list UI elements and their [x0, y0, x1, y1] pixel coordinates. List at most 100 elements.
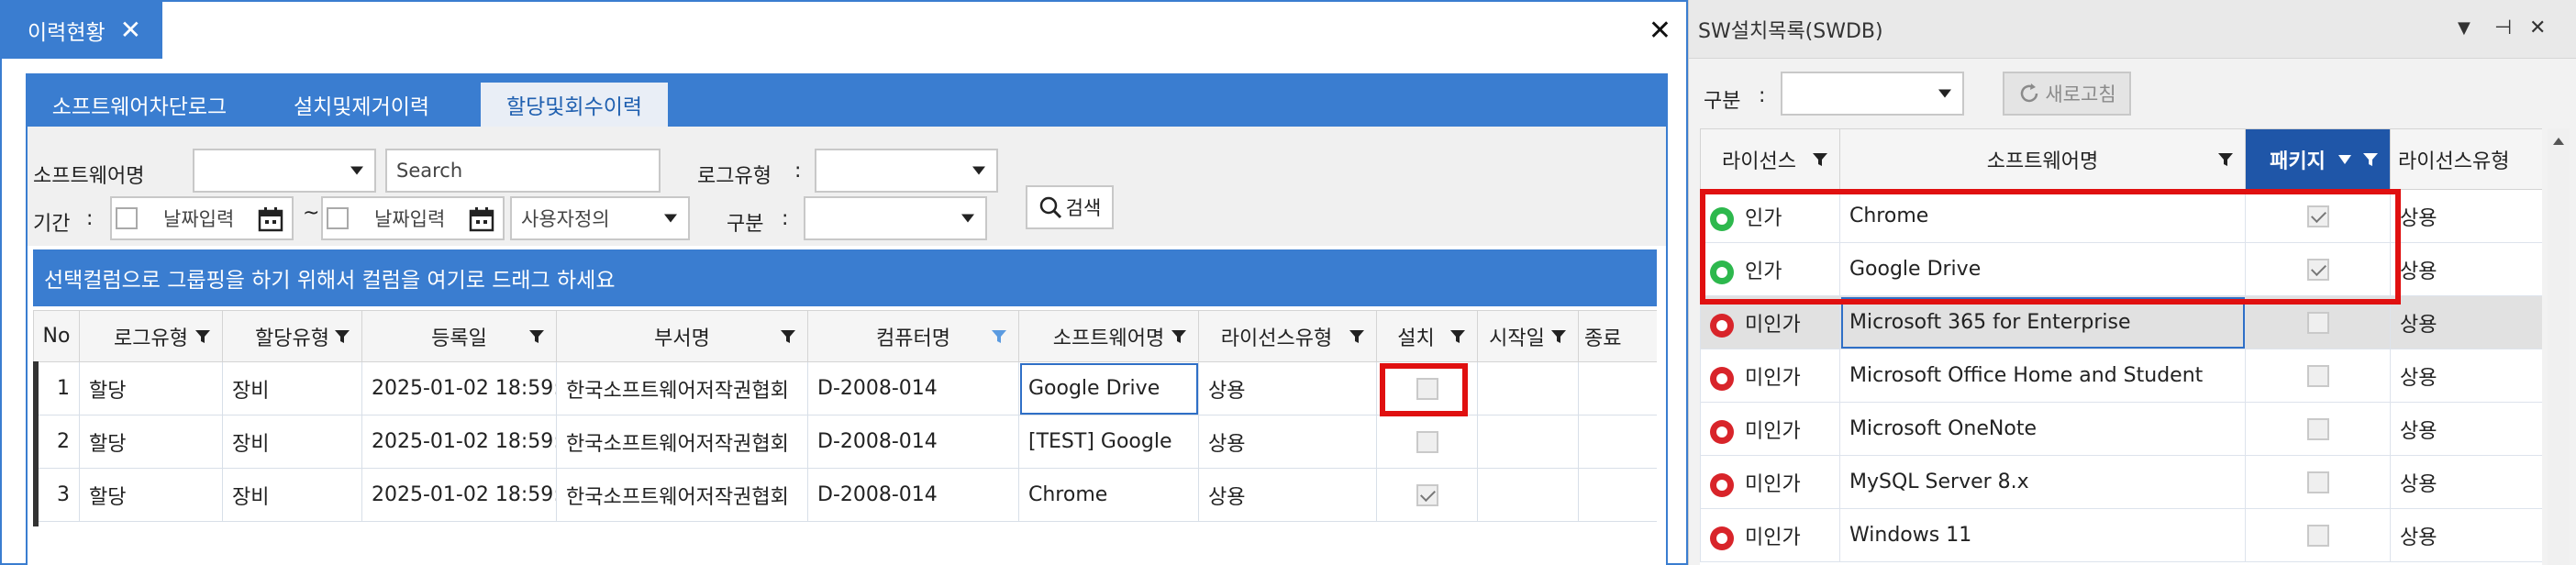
sw-list-grid: 라이선스 소프트웨어명 패키지 라이선스유형 인가 Chrome 상용 인가 G… [1700, 128, 2542, 565]
grid-header-row: 라이선스 소프트웨어명 패키지 라이선스유형 [1700, 128, 2542, 190]
table-row[interactable]: 미인가 Microsoft OneNote 상용 [1700, 402, 2542, 456]
date-range-tilde: ~ [303, 202, 320, 225]
category-colon: : [782, 207, 789, 230]
filter-icon[interactable] [1449, 328, 1466, 345]
cell-software-focused[interactable]: Google Drive [1018, 361, 1199, 415]
log-type-colon: : [794, 160, 802, 183]
filter-icon[interactable] [194, 328, 211, 345]
log-type-select[interactable] [815, 149, 998, 193]
col-header-dept[interactable]: 부서명 [556, 310, 808, 362]
cell-installed[interactable] [1376, 415, 1478, 469]
date-from-checkbox[interactable] [116, 207, 138, 229]
date-from-field[interactable]: 날짜입력 [110, 196, 294, 240]
refresh-button[interactable]: 새로고침 [2003, 72, 2131, 116]
tab-assign-recall-history[interactable]: 할당및회수이력 [481, 83, 668, 127]
table-row[interactable]: 인가 Chrome 상용 [1700, 189, 2542, 243]
search-button[interactable]: 검색 [1026, 185, 1114, 229]
col-header-license-type[interactable]: 라이선스유형 [2390, 128, 2542, 190]
vertical-scrollbar[interactable] [2548, 128, 2570, 565]
software-name-select[interactable] [193, 149, 376, 193]
col-header-end-date[interactable]: 종료 [1578, 310, 1657, 362]
period-type-select[interactable]: 사용자정의 [510, 196, 690, 240]
category-select[interactable] [804, 196, 987, 240]
table-row[interactable]: 미인가 Microsoft Office Home and Student 상용 [1700, 349, 2542, 403]
cell-package[interactable] [2245, 508, 2391, 562]
dropdown-icon[interactable]: ▼ [2458, 18, 2471, 38]
licensed-status-icon [1710, 206, 1734, 231]
pin-icon[interactable]: ⊣ [2494, 17, 2512, 39]
col-header-start-date[interactable]: 시작일 [1477, 310, 1579, 362]
package-checkbox[interactable] [2306, 365, 2329, 387]
package-checkbox-checked[interactable] [2306, 259, 2329, 281]
category-select[interactable] [1781, 72, 1964, 116]
cell-license-type: 상용 [1198, 415, 1377, 469]
group-drag-bar[interactable]: 선택컬럼으로 그룹핑을 하기 위해서 컬럼을 여기로 드래그 하세요 [33, 249, 1657, 306]
date-to-checkbox[interactable] [327, 207, 349, 229]
filter-icon[interactable] [780, 328, 796, 345]
table-row[interactable]: 2 할당 장비 2025-01-02 18:59:33 한국소프트웨어저작권협회… [33, 415, 1657, 469]
window-close-icon[interactable]: ✕ [1649, 15, 1671, 47]
row-indicator [33, 361, 39, 526]
table-row[interactable]: 미인가 MySQL Server 8.x 상용 [1700, 455, 2542, 509]
filter-active-icon[interactable] [991, 328, 1007, 345]
installed-checkbox[interactable] [1416, 378, 1438, 400]
search-input[interactable]: Search [385, 149, 661, 193]
col-header-log-type[interactable]: 로그유형 [79, 310, 223, 362]
package-checkbox[interactable] [2306, 525, 2329, 547]
filter-icon[interactable] [1171, 328, 1187, 345]
chevron-down-icon [972, 166, 985, 175]
cell-package[interactable] [2245, 295, 2391, 349]
window-title: SW설치목록(SWDB) [1698, 19, 1883, 43]
col-header-alloc-type[interactable]: 할당유형 [222, 310, 362, 362]
package-checkbox[interactable] [2306, 312, 2329, 334]
cell-license-type: 상용 [2390, 349, 2542, 403]
installed-checkbox-checked[interactable] [1416, 484, 1438, 506]
calendar-icon[interactable] [257, 205, 284, 233]
installed-checkbox[interactable] [1416, 431, 1438, 453]
col-header-package[interactable]: 패키지 [2245, 128, 2391, 190]
table-row[interactable]: 인가 Google Drive 상용 [1700, 242, 2542, 296]
tab-software-block-log[interactable]: 소프트웨어차단로그 [37, 83, 242, 127]
filter-icon[interactable] [334, 328, 350, 345]
scroll-up-icon[interactable] [2553, 138, 2564, 145]
col-header-no[interactable]: No [33, 310, 80, 362]
cell-installed[interactable] [1376, 468, 1478, 522]
document-tab-history[interactable]: 이력현황 ✕ [2, 2, 162, 59]
cell-no: 2 [33, 415, 80, 469]
filter-icon[interactable] [1349, 328, 1365, 345]
table-row[interactable]: 3 할당 장비 2025-01-02 18:59:33 한국소프트웨어저작권협회… [33, 468, 1657, 522]
table-row-selected[interactable]: 미인가 Microsoft 365 for Enterprise 상용 [1700, 295, 2542, 349]
cell-license-type: 상용 [2390, 402, 2542, 456]
col-header-date[interactable]: 등록일 [361, 310, 557, 362]
filter-icon[interactable] [528, 328, 545, 345]
close-icon[interactable]: ✕ [120, 17, 141, 43]
cell-package[interactable] [2245, 242, 2391, 296]
package-checkbox[interactable] [2306, 471, 2329, 493]
package-checkbox-checked[interactable] [2306, 205, 2329, 227]
filter-icon[interactable] [1550, 328, 1567, 345]
cell-package[interactable] [2245, 349, 2391, 403]
cell-software-focused[interactable]: Microsoft 365 for Enterprise [1839, 295, 2246, 349]
col-header-software[interactable]: 소프트웨어명 [1839, 128, 2246, 190]
tab-install-remove-history[interactable]: 설치및제거이력 [253, 83, 470, 127]
date-to-field[interactable]: 날짜입력 [321, 196, 505, 240]
cell-package[interactable] [2245, 402, 2391, 456]
col-header-license-type[interactable]: 라이선스유형 [1198, 310, 1377, 362]
table-row[interactable]: 1 할당 장비 2025-01-02 18:59:33 한국소프트웨어저작권협회… [33, 361, 1657, 415]
col-header-software[interactable]: 소프트웨어명 [1018, 310, 1199, 362]
table-row[interactable]: 미인가 Windows 11 상용 [1700, 508, 2542, 562]
filter-icon[interactable] [1812, 151, 1828, 168]
cell-installed[interactable] [1376, 361, 1478, 415]
cell-package[interactable] [2245, 455, 2391, 509]
calendar-icon[interactable] [468, 205, 495, 233]
close-icon[interactable]: ✕ [2529, 17, 2546, 39]
chevron-down-icon [961, 214, 974, 223]
package-checkbox[interactable] [2306, 418, 2329, 440]
filter-icon[interactable] [2362, 151, 2379, 168]
col-header-installed[interactable]: 설치 [1376, 310, 1478, 362]
col-header-license[interactable]: 라이선스 [1700, 128, 1840, 190]
cell-package[interactable] [2245, 189, 2391, 243]
col-header-computer[interactable]: 컴퓨터명 [807, 310, 1019, 362]
filter-icon[interactable] [2217, 151, 2234, 168]
sort-desc-icon[interactable] [2338, 154, 2351, 164]
